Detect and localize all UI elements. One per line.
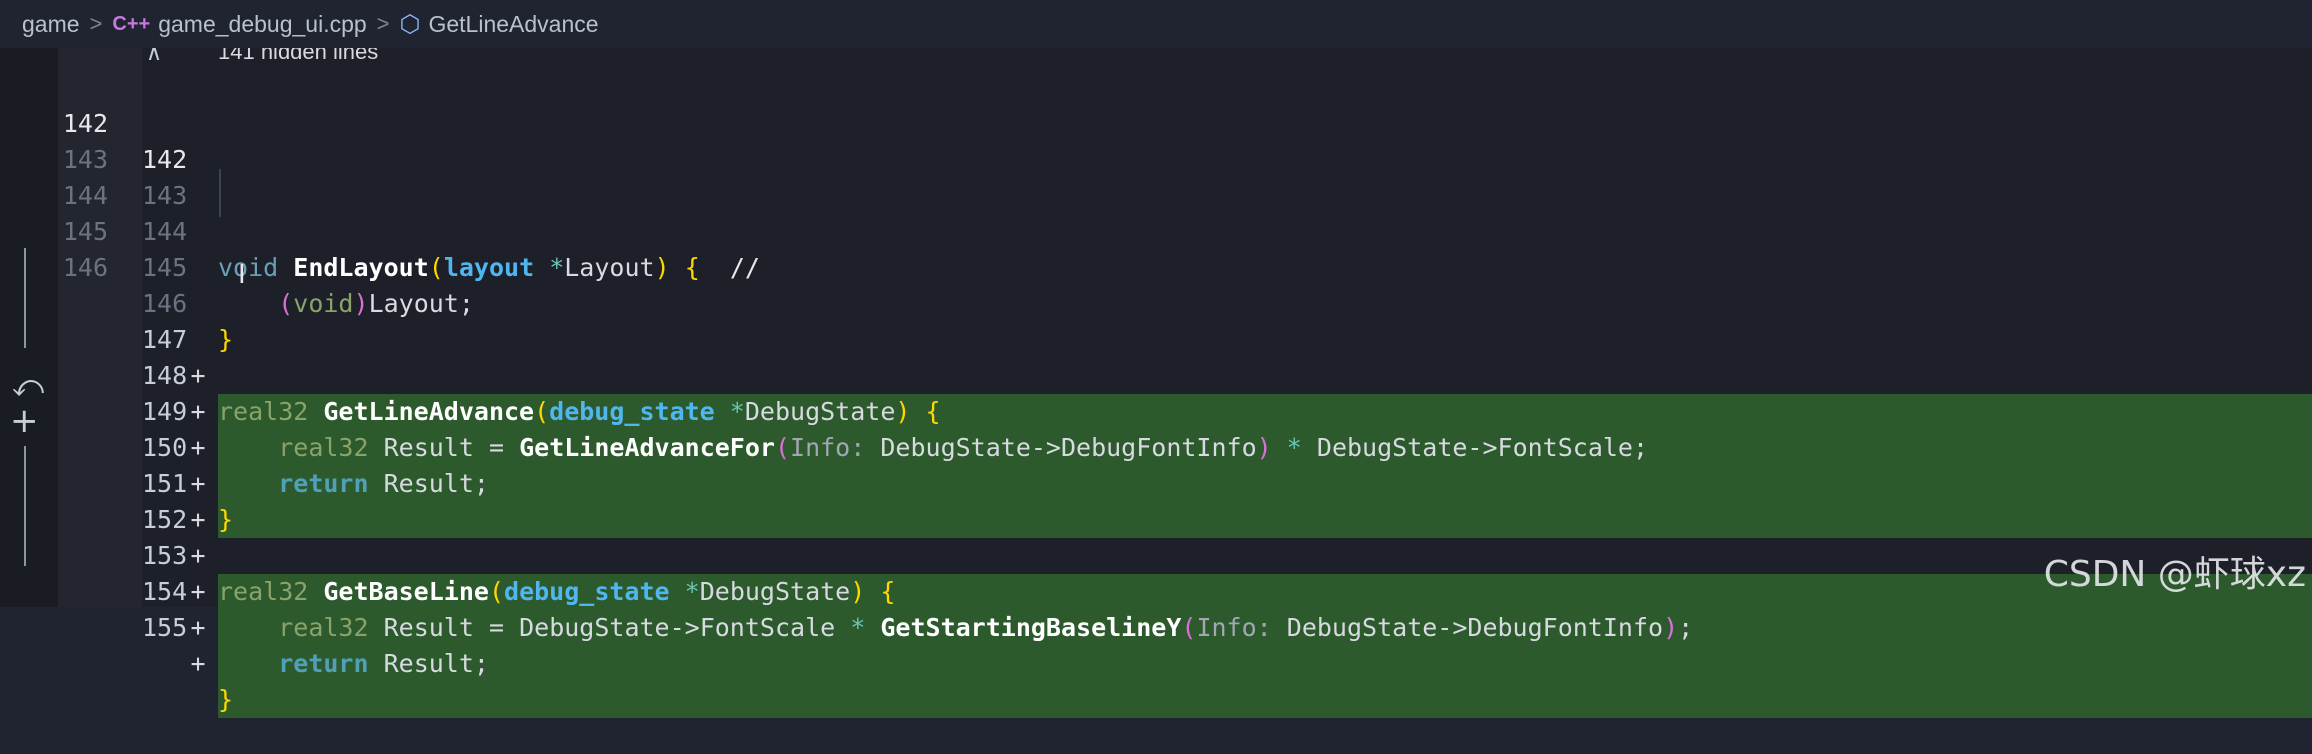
added-code-line: 155 + } <box>0 538 2312 718</box>
breadcrumb-root[interactable]: game <box>22 11 80 38</box>
unfold-icon[interactable]: ⊼ <box>146 48 162 64</box>
code-text[interactable]: } <box>218 682 2312 718</box>
breadcrumb: game > C++ game_debug_ui.cpp > ⬡ GetLine… <box>0 0 2312 48</box>
diff-editor[interactable]: ⤺ + ⊼ 141 hidden lines 142 142 143 143 v… <box>0 48 2312 718</box>
added-code-line: 149 + return Result; <box>0 322 2312 502</box>
added-code-line: 150 + } <box>0 358 2312 538</box>
breadcrumb-symbol[interactable]: GetLineAdvance <box>428 11 598 38</box>
code-line: 146 146 <box>62 253 188 318</box>
breadcrumb-file[interactable]: game_debug_ui.cpp <box>158 11 366 38</box>
code-text[interactable]: real32 Result = DebugState->FontScale * … <box>218 610 2312 646</box>
added-code-line: 152 + real32 GetBaseLine(debug_state *De… <box>0 430 2312 610</box>
added-code-line: 147 + real32 GetLineAdvance(debug_state … <box>0 250 2312 430</box>
watermark: CSDN @虾球xz <box>2043 554 2306 595</box>
code-line: 144 144 (void)Layout; <box>0 142 2312 318</box>
code-line: 145 145 } <box>0 178 2312 354</box>
symbol-method-icon: ⬡ <box>399 10 421 38</box>
chevron-right-icon: > <box>376 11 390 36</box>
code-line: 143 143 void EndLayout(layout *Layout) {… <box>0 106 2312 282</box>
code-text[interactable]: real32 GetBaseLine(debug_state *DebugSta… <box>218 574 2312 610</box>
code-text[interactable]: return Result; <box>218 646 2312 682</box>
added-code-line: 151 + <box>142 469 206 534</box>
chevron-right-icon: > <box>89 11 103 36</box>
text-cursor-icon: I <box>238 260 246 290</box>
cpp-file-icon: C++ <box>112 12 151 35</box>
inlay-hint: Info: <box>1196 613 1272 642</box>
added-code-line: 148 + real32 Result = GetLineAdvanceFor(… <box>0 286 2312 466</box>
hidden-lines-indicator[interactable]: ⊼ 141 hidden lines <box>142 48 542 68</box>
code-line: 142 142 <box>62 109 188 174</box>
added-code-line: 154 + return Result; <box>0 502 2312 682</box>
added-code-line: 153 + real32 Result = DebugState->FontSc… <box>0 466 2312 646</box>
